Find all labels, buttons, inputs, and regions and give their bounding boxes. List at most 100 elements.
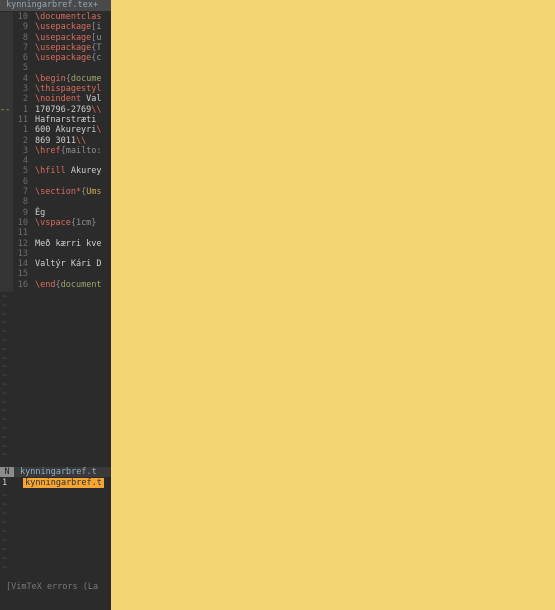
tilde-marker: ~: [2, 406, 8, 417]
code-text: \noindent Val: [35, 94, 102, 104]
code-line[interactable]: 13: [0, 249, 111, 259]
tilde-marker: ~: [2, 335, 8, 346]
code-token: \usepackage: [35, 22, 92, 33]
code-token: \end: [35, 279, 56, 290]
tilde-marker: ~: [2, 292, 8, 302]
code-line[interactable]: 11 Hafnarstræti: [0, 115, 111, 125]
code-text: \end{document: [35, 280, 102, 290]
code-line[interactable]: 5: [0, 63, 111, 73]
code-line[interactable]: -- 1 170796-2769\\: [0, 105, 111, 115]
line-number: 6: [22, 176, 28, 187]
line-number: 6: [22, 53, 28, 64]
quickfix-filename: kynningarbref.t: [20, 467, 97, 477]
code-text: \documentclas: [35, 12, 102, 22]
code-line[interactable]: 16 \end{document: [0, 280, 111, 290]
tilde-marker: ~: [2, 388, 8, 399]
code-line[interactable]: 12 Með kærri kve: [0, 239, 111, 249]
line-number: 14: [17, 259, 28, 270]
code-line[interactable]: 14 Valtýr Kári D: [0, 259, 111, 269]
tilde-marker: ~: [2, 450, 8, 461]
code-line[interactable]: 7 \section*{Ums: [0, 187, 111, 197]
code-token: \vspace: [35, 217, 71, 228]
code-line[interactable]: 2 \noindent Val: [0, 94, 111, 104]
code-token: \thispagestyl: [35, 84, 102, 95]
code-token: {mailto:: [60, 145, 102, 156]
line-number: 7: [22, 187, 28, 198]
code-text: \href{mailto:: [35, 146, 102, 156]
tilde-marker: ~: [2, 432, 8, 443]
code-token: Hafnarstræti: [35, 114, 97, 125]
code-text: \usepackage{c: [35, 53, 102, 63]
code-line[interactable]: 10 \documentclas: [0, 12, 111, 22]
code-text: Með kærri kve: [35, 239, 102, 249]
code-text: 170796-2769\\: [35, 105, 102, 115]
tilde-marker: ~: [2, 563, 8, 573]
code-token: document: [60, 279, 102, 290]
line-number: 1: [22, 125, 28, 136]
code-line[interactable]: 2 869 3011\\: [0, 136, 111, 146]
vim-editor-window[interactable]: kynningarbref.tex+ 10 \documentclas 9 \usep…: [0, 0, 111, 610]
code-text: 600 Akureyri\: [35, 125, 102, 135]
tilde-marker: ~: [2, 500, 8, 510]
line-number: 2: [22, 94, 28, 105]
line-number: 3: [22, 145, 28, 156]
tab-kynningarbref[interactable]: kynningarbref.tex+: [0, 0, 111, 11]
code-line[interactable]: 5 \hfill Akurey: [0, 166, 111, 176]
code-line[interactable]: 8 \usepackage[u: [0, 33, 111, 43]
code-token: Akurey: [65, 166, 102, 177]
code-token: 600 Akureyri: [35, 125, 97, 136]
code-text: \section*{Ums: [35, 187, 102, 197]
tilde-marker: ~: [2, 309, 8, 320]
line-number: 4: [22, 156, 28, 167]
code-token: {T: [91, 42, 102, 53]
code-token: docume: [70, 73, 102, 84]
code-line[interactable]: 1 600 Akureyri\: [0, 125, 111, 135]
code-token: \usepackage: [35, 53, 92, 64]
adjacent-window-pane[interactable]: [111, 0, 555, 610]
tilde-marker: ~: [2, 415, 8, 426]
code-token: \documentclas: [35, 12, 102, 22]
line-number: 10: [17, 217, 28, 228]
code-text: \vspace{1cm}: [35, 218, 96, 228]
line-number: 10: [17, 12, 28, 22]
code-token: Ums: [86, 187, 102, 198]
code-line[interactable]: 3 \href{mailto:: [0, 146, 111, 156]
code-token: 869 3011: [35, 135, 76, 146]
tilde-marker: ~: [2, 300, 8, 311]
code-line[interactable]: 3 \thispagestyl: [0, 84, 111, 94]
code-text: 869 3011\\: [35, 136, 86, 146]
code-line[interactable]: 4: [0, 156, 111, 166]
code-text: Hafnarstræti: [35, 115, 96, 125]
code-text: Valtýr Kári D: [35, 259, 102, 269]
code-text: Ég: [35, 208, 45, 218]
code-token: [i: [91, 22, 102, 33]
command-line[interactable]: [VimTeX errors (La: [0, 582, 111, 593]
code-line[interactable]: 6 \usepackage{c: [0, 53, 111, 63]
code-line[interactable]: 4 \begin{docume: [0, 74, 111, 84]
code-line[interactable]: 9 \usepackage[i: [0, 22, 111, 32]
code-token: {c: [91, 53, 102, 64]
code-line[interactable]: 10 \vspace{1cm}: [0, 218, 111, 228]
tilde-marker: ~: [2, 397, 8, 408]
quickfix-selected-entry[interactable]: kynningarbref.t: [23, 478, 104, 488]
quickfix-entry[interactable]: 1 kynningarbref.t: [0, 478, 111, 488]
code-text: \usepackage[u: [35, 33, 102, 43]
line-number: 9: [22, 207, 28, 218]
line-number: 13: [17, 248, 28, 259]
line-number: 11: [17, 114, 28, 125]
code-token: \noindent: [35, 94, 82, 105]
code-token: \usepackage: [35, 42, 92, 53]
line-number: 8: [22, 197, 28, 208]
code-line[interactable]: 6: [0, 177, 111, 187]
line-number: 4: [22, 73, 28, 84]
editor-buffer[interactable]: 10 \documentclas 9 \usepackage[i 8 \usepackag…: [0, 12, 111, 290]
code-line[interactable]: 11: [0, 228, 111, 238]
code-line[interactable]: 15: [0, 269, 111, 279]
code-line[interactable]: 9 Ég: [0, 208, 111, 218]
code-line[interactable]: 7 \usepackage{T: [0, 43, 111, 53]
code-line[interactable]: 8: [0, 197, 111, 207]
tilde-marker: ~: [2, 527, 8, 537]
tilde-marker: ~: [2, 318, 8, 329]
code-token: \usepackage: [35, 32, 92, 43]
code-text: \hfill Akurey: [35, 166, 102, 176]
